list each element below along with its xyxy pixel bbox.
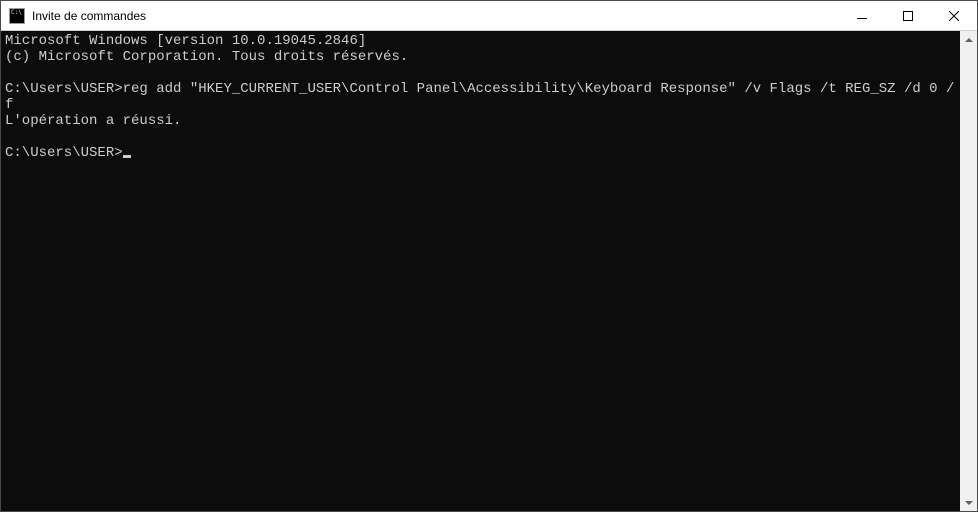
close-icon: [949, 11, 959, 21]
terminal-line: C:\Users\USER>: [5, 145, 956, 161]
cursor: [123, 155, 131, 158]
cmd-window: Invite de commandes Microsoft Windows [v…: [0, 0, 978, 512]
command-text: reg add "HKEY_CURRENT_USER\Control Panel…: [5, 81, 954, 113]
terminal-line: Microsoft Windows [version 10.0.19045.28…: [5, 33, 956, 49]
window-controls: [839, 1, 977, 30]
terminal-line: (c) Microsoft Corporation. Tous droits r…: [5, 49, 956, 65]
cmd-icon: [9, 8, 25, 24]
scroll-down-button[interactable]: [960, 494, 977, 511]
terminal-blank: [5, 65, 956, 81]
chevron-down-icon: [965, 501, 973, 505]
scroll-track[interactable]: [960, 48, 977, 494]
prompt: C:\Users\USER>: [5, 81, 123, 97]
terminal-line: L'opération a réussi.: [5, 113, 956, 129]
prompt: C:\Users\USER>: [5, 145, 123, 161]
scroll-up-button[interactable]: [960, 31, 977, 48]
minimize-button[interactable]: [839, 1, 885, 30]
terminal-output[interactable]: Microsoft Windows [version 10.0.19045.28…: [1, 31, 960, 511]
terminal-blank: [5, 129, 956, 145]
maximize-button[interactable]: [885, 1, 931, 30]
chevron-up-icon: [965, 38, 973, 42]
titlebar[interactable]: Invite de commandes: [1, 1, 977, 31]
window-title: Invite de commandes: [30, 9, 839, 23]
terminal-line: C:\Users\USER>reg add "HKEY_CURRENT_USER…: [5, 81, 956, 113]
vertical-scrollbar[interactable]: [960, 31, 977, 511]
close-button[interactable]: [931, 1, 977, 30]
client-area: Microsoft Windows [version 10.0.19045.28…: [1, 31, 977, 511]
